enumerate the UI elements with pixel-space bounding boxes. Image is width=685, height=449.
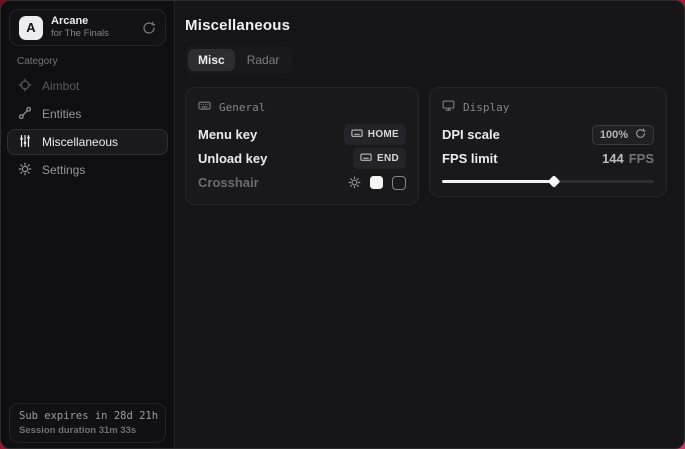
- sidebar-item-aimbot[interactable]: Aimbot: [7, 73, 168, 99]
- panels-row: General Menu key HOME Unload key: [185, 87, 670, 205]
- sidebar-item-miscellaneous[interactable]: Miscellaneous: [7, 129, 168, 155]
- keyboard-icon: [351, 127, 363, 142]
- session-duration-text: Session duration 31m 33s: [19, 425, 156, 436]
- tab-bar: Misc Radar: [185, 46, 292, 74]
- app-title: Arcane: [51, 15, 109, 28]
- fps-slider-thumb[interactable]: [548, 175, 561, 188]
- page-title: Miscellaneous: [185, 17, 670, 34]
- fps-unit: FPS: [629, 151, 654, 166]
- keybind-value: END: [377, 153, 399, 164]
- menu-key-row: Menu key HOME: [198, 123, 406, 146]
- tab-radar[interactable]: Radar: [237, 49, 290, 71]
- sidebar-item-settings[interactable]: Settings: [7, 157, 168, 183]
- app-window: A Arcane for The Finals Category: [0, 0, 685, 449]
- keybind-value: HOME: [368, 129, 399, 140]
- sidebar-item-label: Settings: [42, 163, 85, 177]
- panel-title: General: [219, 101, 265, 114]
- keyboard-icon: [198, 99, 211, 115]
- fps-limit-row: FPS limit 144 FPS: [442, 147, 654, 170]
- main-content: Miscellaneous Misc Radar General: [175, 1, 684, 448]
- sidebar-item-label: Aimbot: [42, 79, 79, 93]
- fps-value: 144: [602, 151, 624, 166]
- gear-icon: [18, 162, 32, 179]
- crosshair-checkbox[interactable]: [392, 176, 406, 190]
- crosshair-settings-gear-icon[interactable]: [348, 176, 361, 189]
- fps-limit-label: FPS limit: [442, 151, 498, 166]
- crosshair-color-swatch[interactable]: [370, 176, 383, 189]
- unload-key-label: Unload key: [198, 151, 267, 166]
- app-subtitle: for The Finals: [51, 29, 109, 40]
- dpi-scale-label: DPI scale: [442, 127, 500, 142]
- crosshair-icon: [18, 78, 32, 95]
- sidebar-item-entities[interactable]: Entities: [7, 101, 168, 127]
- panel-title: Display: [463, 101, 509, 114]
- crosshair-row: Crosshair: [198, 171, 406, 194]
- keyboard-icon: [360, 151, 372, 166]
- entities-icon: [18, 106, 32, 123]
- crosshair-label: Crosshair: [198, 175, 259, 190]
- refresh-icon[interactable]: [142, 21, 156, 35]
- monitor-icon: [442, 99, 455, 115]
- unload-key-row: Unload key END: [198, 147, 406, 170]
- dpi-scale-row: DPI scale 100%: [442, 123, 654, 146]
- general-panel: General Menu key HOME Unload key: [185, 87, 419, 205]
- app-logo: A: [19, 16, 43, 40]
- display-panel: Display DPI scale 100%: [429, 87, 667, 197]
- menu-keybind-button[interactable]: HOME: [344, 124, 406, 145]
- unload-keybind-button[interactable]: END: [353, 148, 406, 169]
- sub-expires-text: Sub expires in 28d 21h: [19, 410, 156, 422]
- sidebar-item-label: Entities: [42, 107, 81, 121]
- sidebar-nav: Aimbot Entities: [1, 73, 174, 183]
- dpi-value: 100%: [600, 129, 628, 141]
- subscription-info: Sub expires in 28d 21h Session duration …: [9, 403, 166, 443]
- category-label: Category: [17, 56, 174, 67]
- menu-key-label: Menu key: [198, 127, 257, 142]
- dpi-scale-selector[interactable]: 100%: [592, 125, 654, 145]
- fps-slider[interactable]: [442, 177, 654, 186]
- logo-letter: A: [26, 20, 35, 35]
- sidebar-item-label: Miscellaneous: [42, 135, 118, 149]
- brand-card: A Arcane for The Finals: [9, 9, 166, 46]
- sidebar: A Arcane for The Finals Category: [1, 1, 175, 448]
- tab-misc[interactable]: Misc: [188, 49, 235, 71]
- fps-slider-fill: [442, 180, 554, 183]
- rotate-icon: [635, 128, 646, 142]
- sliders-icon: [18, 134, 32, 151]
